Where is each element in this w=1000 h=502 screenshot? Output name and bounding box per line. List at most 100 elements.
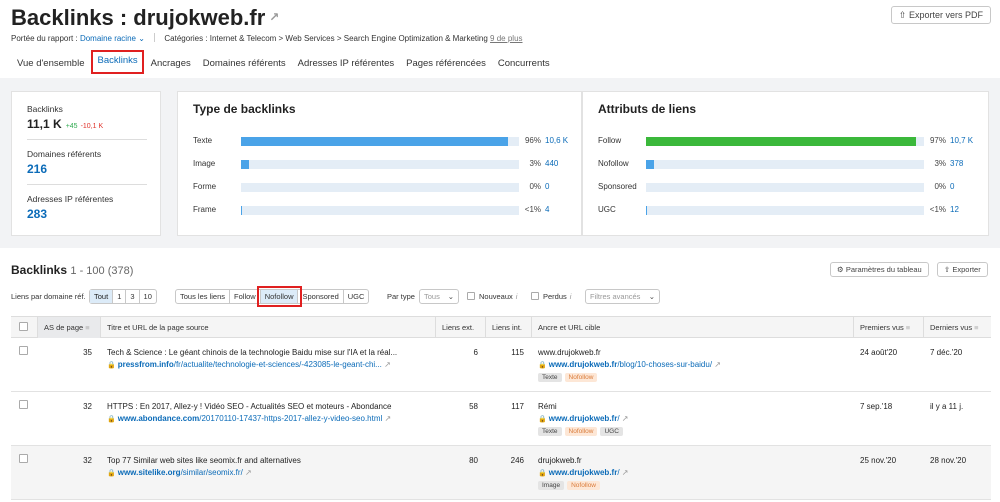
tab-competitors[interactable]: Concurrents	[493, 53, 555, 75]
divider	[27, 139, 147, 140]
export-label: Exporter	[952, 265, 981, 274]
backlink-type-bar	[241, 160, 519, 169]
source-url-domain: www.abondance.com	[117, 414, 200, 423]
backlink-type-count[interactable]: 0	[545, 182, 575, 191]
link-attribute-count[interactable]: 10,7 K	[950, 136, 980, 145]
source-url-domain: pressfrom.info	[117, 360, 174, 369]
new-label: Nouveaux i	[479, 292, 517, 301]
external-link-icon[interactable]: ↗	[622, 414, 629, 423]
tab-backlinks[interactable]: Backlinks	[91, 50, 144, 74]
per-domain-all[interactable]: Tout	[90, 290, 114, 303]
int-links: 115	[511, 348, 524, 357]
backlink-type-count[interactable]: 440	[545, 159, 575, 168]
col-first-seen[interactable]: Premiers vus ≡	[853, 317, 923, 338]
new-checkbox[interactable]	[467, 292, 475, 300]
per-domain-3[interactable]: 3	[126, 290, 140, 303]
col-page-as[interactable]: AS de page ≡	[37, 317, 100, 338]
categories-more-link[interactable]: 9 de plus	[490, 34, 522, 43]
link-type-follow[interactable]: Follow	[230, 290, 261, 303]
backlink-type-percent: 0%	[529, 182, 541, 191]
lock-icon: 🔒	[107, 362, 116, 369]
link-type-all[interactable]: Tous les liens	[176, 290, 231, 303]
per-domain-label: Liens par domaine réf.	[11, 292, 86, 301]
backlinks-value: 11,1 K +45 -10,1 K	[27, 117, 103, 131]
link-tag: Texte	[538, 373, 562, 382]
anchor-text: drujokweb.fr	[538, 456, 582, 465]
page-as: 35	[83, 348, 92, 357]
tab-referring-domains[interactable]: Domaines référents	[198, 53, 291, 75]
source-cell: HTTPS : En 2017, Allez-y ! Vidéo SEO - A…	[107, 402, 429, 423]
external-link-icon[interactable]: ↗	[714, 360, 721, 369]
filters-bar: Liens par domaine réf. Tout 1 3 10 Tous …	[11, 286, 991, 307]
target-url-link[interactable]: 🔒 www.drujokweb.fr/ ↗	[538, 468, 629, 477]
link-attribute-percent: 3%	[934, 159, 946, 168]
per-domain-10[interactable]: 10	[140, 290, 156, 303]
source-url-link[interactable]: 🔒 pressfrom.info/fr/actualite/technologie…	[107, 360, 429, 369]
link-tag: Nofollow	[564, 427, 598, 436]
ips-value[interactable]: 283	[27, 207, 47, 221]
anchor-text: www.drujokweb.fr	[538, 348, 601, 357]
tab-indexed-pages[interactable]: Pages référencées	[401, 53, 491, 75]
export-pdf-button[interactable]: ⇧ Exporter vers PDF	[890, 6, 991, 24]
backlink-type-count[interactable]: 4	[545, 205, 575, 214]
link-attribute-bar-fill	[646, 137, 916, 146]
backlink-type-count[interactable]: 10,6 K	[545, 136, 575, 145]
scope-dropdown[interactable]: Domaine racine ⌄	[80, 34, 145, 43]
target-url-domain: www.drujokweb.fr	[548, 414, 618, 423]
first-seen: 7 sep.'18	[860, 402, 893, 411]
page-as: 32	[83, 456, 92, 465]
ips-label: Adresses IP référentes	[27, 194, 114, 204]
link-attribute-bar	[646, 183, 924, 192]
source-url-path: /fr/actualite/technologie-et-sciences/-4…	[173, 360, 382, 369]
target-url-link[interactable]: 🔒 www.drujokweb.fr/ ↗	[538, 414, 629, 423]
summary-card: Backlinks 11,1 K +45 -10,1 K Domaines réfé…	[11, 91, 161, 236]
external-link-icon[interactable]: ↗	[245, 468, 252, 477]
backlink-type-label: Texte	[193, 136, 213, 145]
advanced-filters-select[interactable]: Filtres avancés ⌄	[585, 289, 660, 304]
per-domain-1[interactable]: 1	[113, 290, 127, 303]
link-attribute-count[interactable]: 12	[950, 205, 980, 214]
table-settings-button[interactable]: ⚙ Paramètres du tableau	[830, 262, 929, 277]
info-icon[interactable]: i	[570, 292, 572, 301]
tab-anchors[interactable]: Ancrages	[146, 53, 196, 75]
row-checkbox[interactable]	[19, 400, 28, 409]
divider	[27, 184, 147, 185]
link-tag: Texte	[538, 427, 562, 436]
row-checkbox[interactable]	[19, 454, 28, 463]
list-title: Backlinks	[11, 263, 68, 277]
tab-referring-ips[interactable]: Adresses IP référentes	[293, 53, 399, 75]
source-url-link[interactable]: 🔒 www.abondance.com/20170110-17437-https-…	[107, 414, 429, 423]
source-url-link[interactable]: 🔒 www.sitelike.org/similar/seomix.fr/ ↗	[107, 468, 429, 477]
backlinks-count: 11,1 K	[27, 117, 62, 131]
external-link-icon[interactable]: ↗	[384, 360, 391, 369]
anchor-cell: drujokweb.fr 🔒 www.drujokweb.fr/ ↗ Image Nof…	[538, 456, 629, 490]
link-attribute-count[interactable]: 0	[950, 182, 980, 191]
target-url-link[interactable]: 🔒 www.drujokweb.fr/blog/10-choses-sur-bai…	[538, 360, 721, 369]
link-type-ugc[interactable]: UGC	[344, 290, 369, 303]
first-seen: 25 nov.'20	[860, 456, 897, 465]
lost-checkbox[interactable]	[531, 292, 539, 300]
external-link-icon[interactable]: ↗	[269, 10, 279, 24]
source-title: Tech & Science : Le géant chinois de la …	[107, 348, 398, 357]
col-ext-links[interactable]: Liens ext.	[435, 317, 485, 338]
info-icon[interactable]: i	[516, 292, 518, 301]
external-link-icon[interactable]: ↗	[622, 468, 629, 477]
select-all-checkbox[interactable]	[19, 322, 28, 331]
external-link-icon[interactable]: ↗	[385, 414, 392, 423]
col-int-links[interactable]: Liens int.	[485, 317, 531, 338]
col-last-seen[interactable]: Derniers vus ≡	[923, 317, 991, 338]
domains-value[interactable]: 216	[27, 162, 47, 176]
int-links: 117	[511, 402, 524, 411]
last-seen: 7 déc.'20	[930, 348, 963, 357]
target-url-path: /	[617, 468, 620, 477]
by-type-select[interactable]: Tous ⌄	[419, 289, 459, 304]
source-cell: Top 77 Similar web sites like seomix.fr …	[107, 456, 429, 477]
link-type-nofollow[interactable]: Nofollow	[256, 286, 303, 307]
link-attribute-count[interactable]: 378	[950, 159, 980, 168]
row-checkbox[interactable]	[19, 346, 28, 355]
tab-overview[interactable]: Vue d'ensemble	[12, 53, 89, 75]
link-tag: Nofollow	[564, 373, 598, 382]
lock-icon: 🔒	[538, 470, 547, 477]
export-button[interactable]: ⇧ Exporter	[937, 262, 988, 277]
link-type-sponsored[interactable]: Sponsored	[298, 290, 344, 303]
